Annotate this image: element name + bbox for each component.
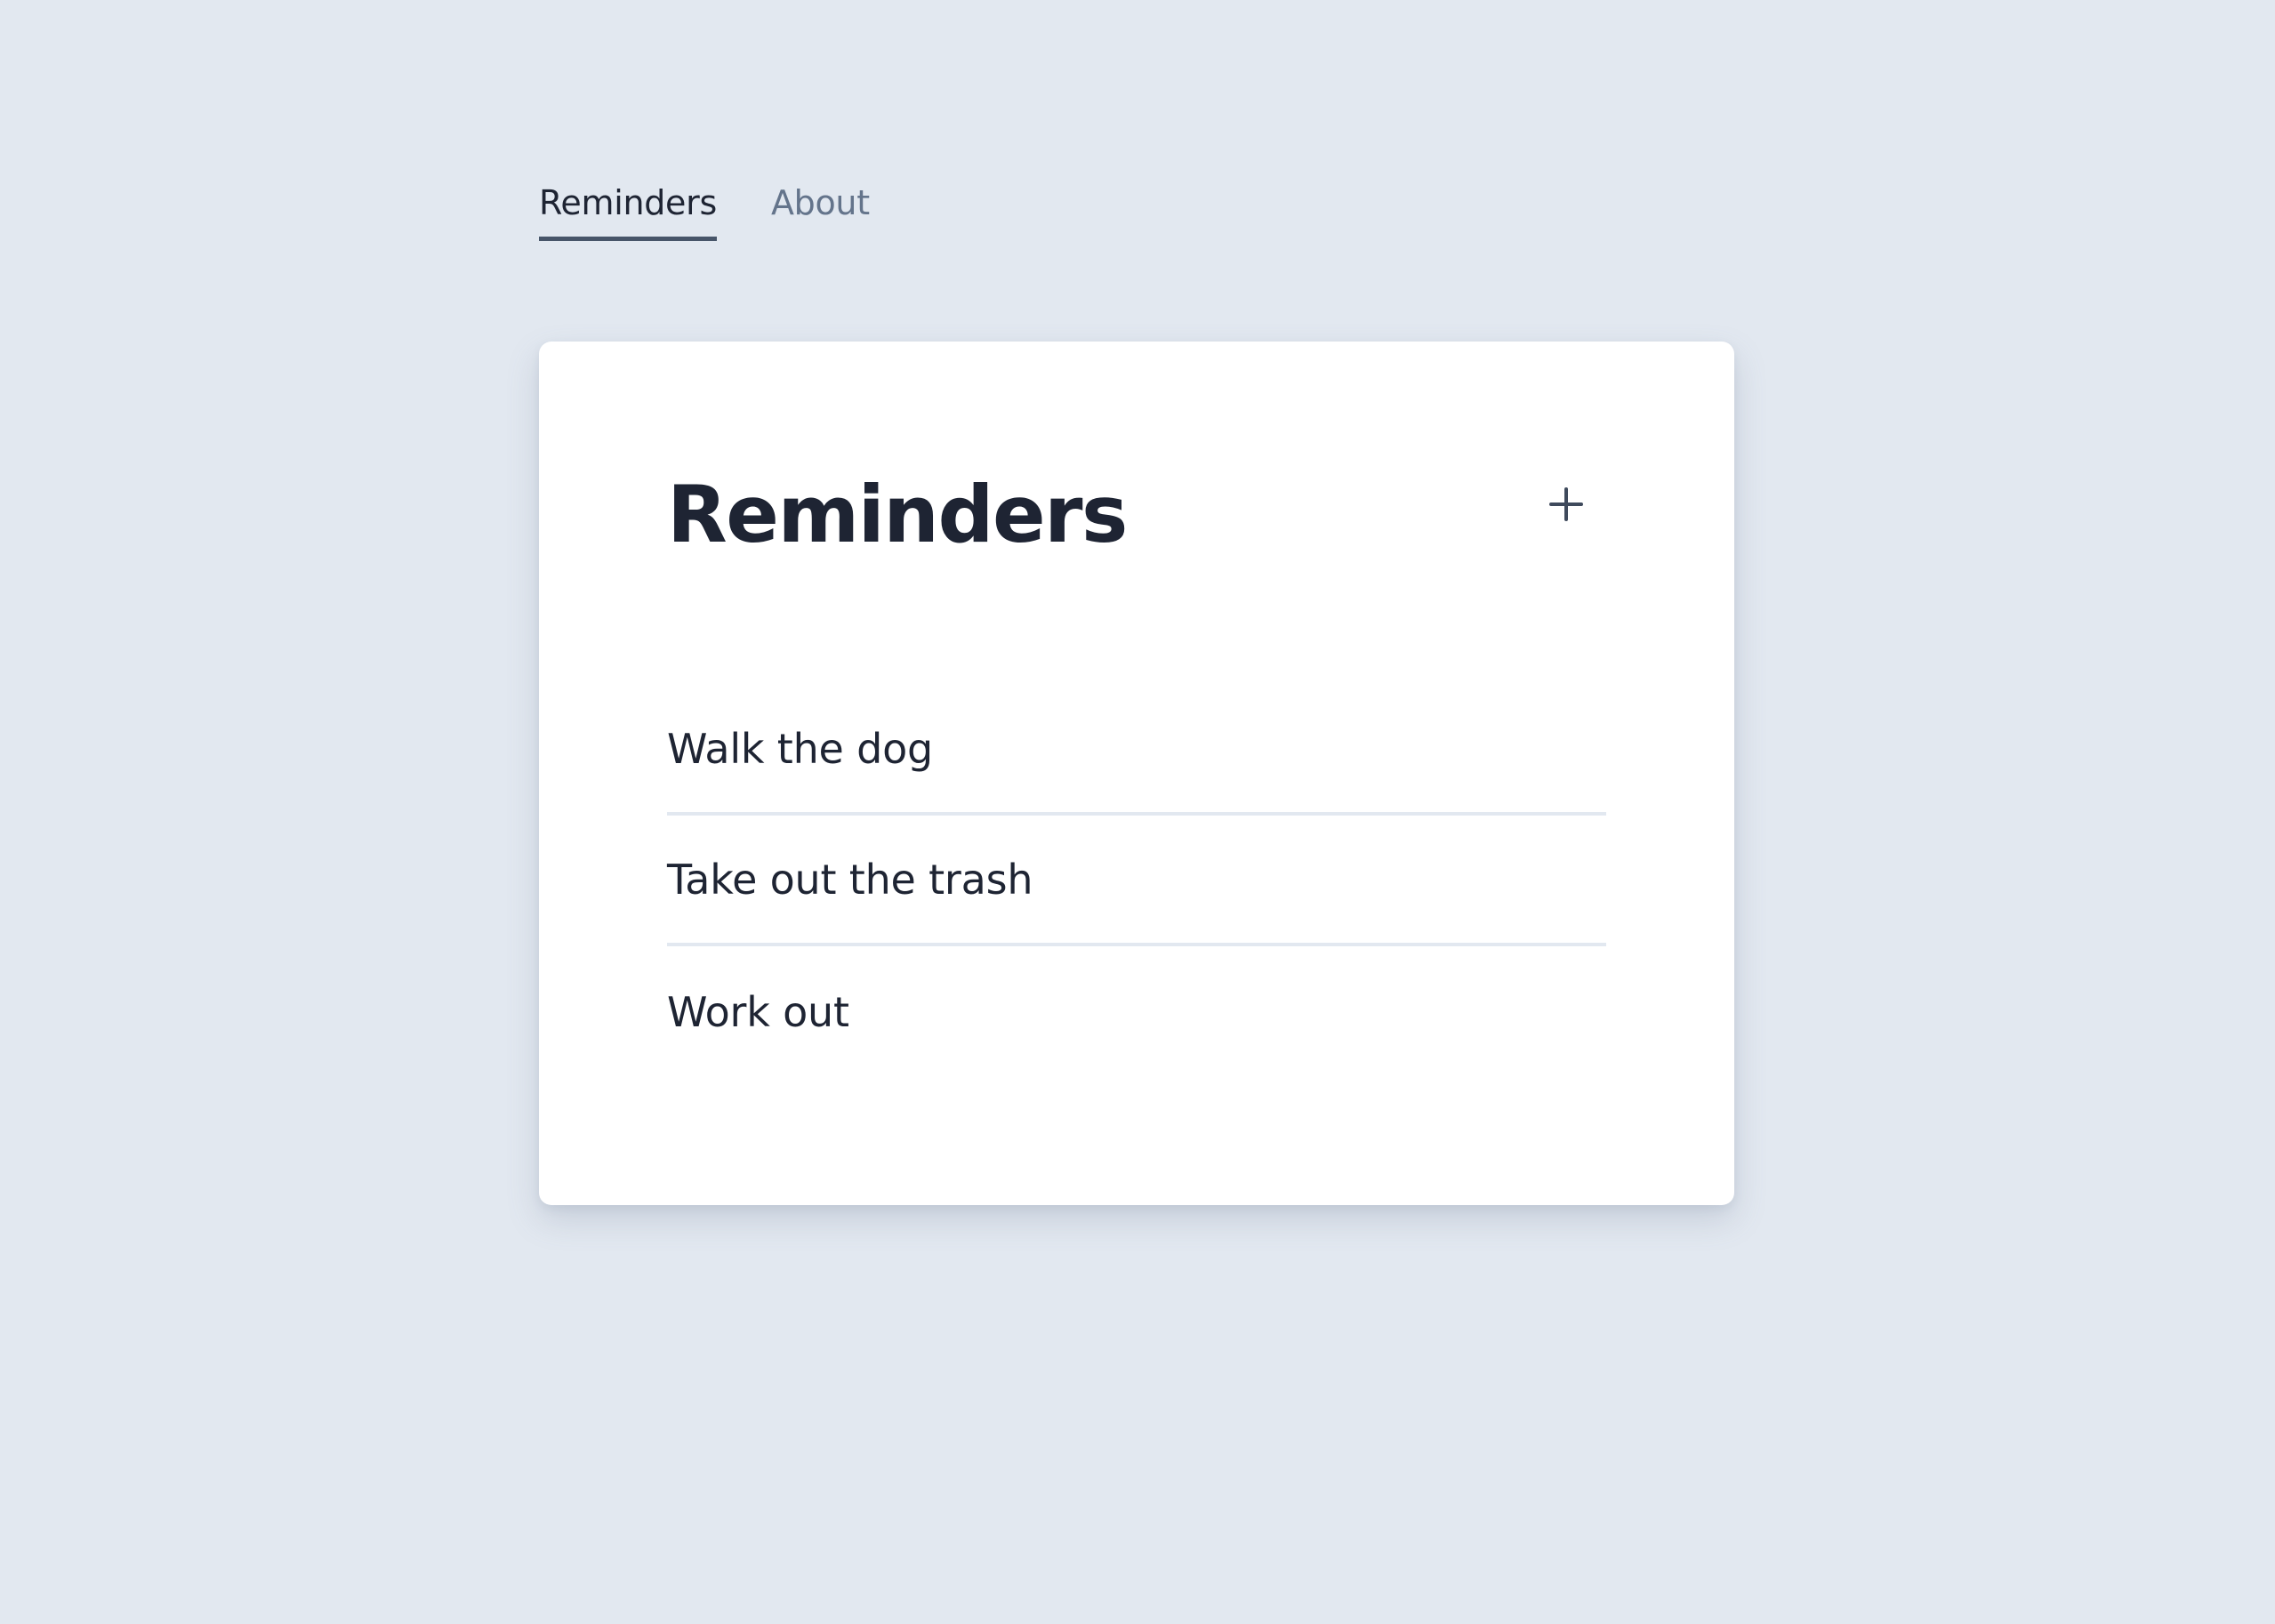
tab-about[interactable]: About <box>771 176 870 241</box>
nav-tabs: Reminders About <box>539 176 870 241</box>
reminders-list-items: Walk the dog Take out the trash Work out <box>667 685 1606 1077</box>
plus-icon <box>1548 486 1584 522</box>
list-item[interactable]: Take out the trash <box>667 816 1606 946</box>
add-reminder-button[interactable] <box>1519 457 1613 551</box>
tab-reminders[interactable]: Reminders <box>539 176 717 241</box>
list-item[interactable]: Work out <box>667 946 1606 1077</box>
page-title: Reminders <box>667 469 1128 560</box>
list-item[interactable]: Walk the dog <box>667 685 1606 816</box>
